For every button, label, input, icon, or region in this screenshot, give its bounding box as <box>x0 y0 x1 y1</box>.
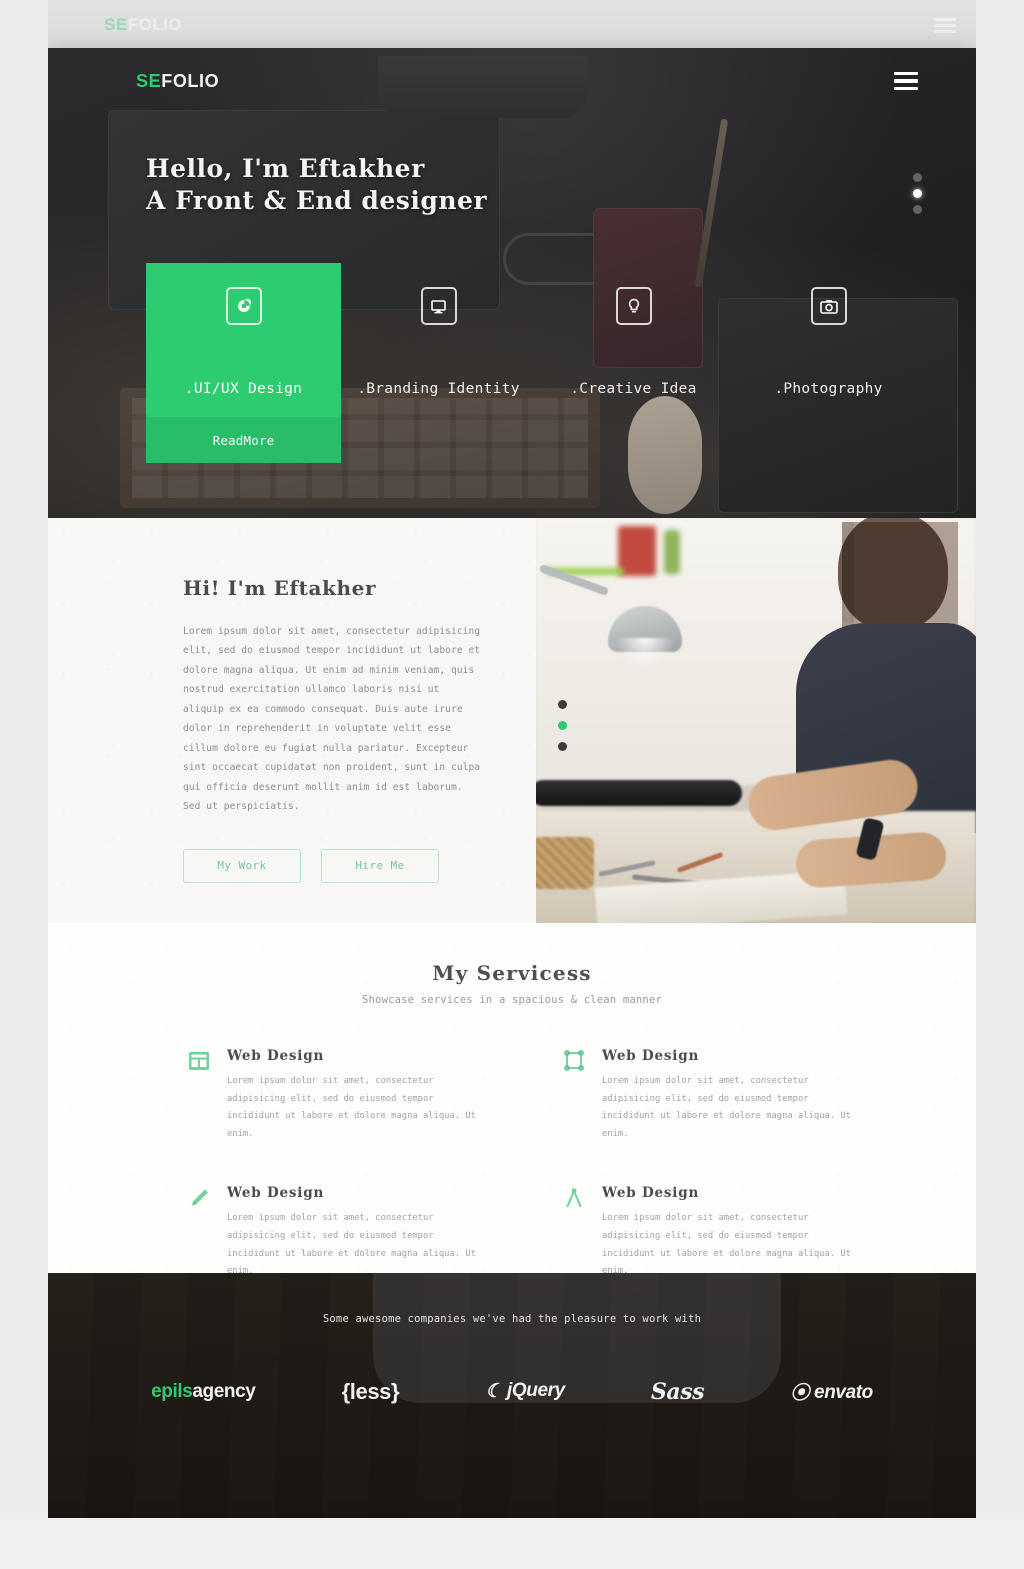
service-item[interactable]: Web Design Lorem ipsum dolor sit amet, c… <box>563 1048 886 1143</box>
jquery-logo[interactable]: ☾ jQuery <box>485 1380 565 1403</box>
ui-ux-icon <box>225 287 262 325</box>
clients-section: Some awesome companies we've had the ple… <box>48 1273 976 1518</box>
about-photo <box>536 518 976 923</box>
ghost-preview-bar: SEFOLIO <box>0 0 1024 50</box>
screenshot-stage: SEFOLIO SEFOLIO Hello, I'm Eftakher A Fr <box>0 0 1024 1569</box>
ghost-logo-suffix: FOLIO <box>127 15 183 34</box>
ghost-logo-prefix: SE <box>104 15 128 34</box>
about-slider-dot-1[interactable] <box>558 700 567 709</box>
hire-me-button[interactable]: Hire Me <box>321 848 439 883</box>
hero-slider-dot-3[interactable] <box>913 205 922 214</box>
service-text: Lorem ipsum dolor sit amet, consectetur … <box>227 1076 476 1139</box>
logo-prefix: SE <box>136 70 162 91</box>
hero-section: SEFOLIO Hello, I'm Eftakher A Front & En… <box>48 48 976 518</box>
epils-accent: epils <box>151 1380 193 1402</box>
hero-headline: Hello, I'm Eftakher A Front & End design… <box>146 153 487 217</box>
monitor-icon <box>420 287 457 325</box>
service-heading: Web Design <box>227 1048 325 1064</box>
service-heading: Web Design <box>602 1185 700 1202</box>
hero-slider-dots[interactable] <box>913 166 922 221</box>
about-buttons: My Work Hire Me <box>183 848 484 883</box>
page-margin-bottom <box>0 1518 1024 1569</box>
hero-slider-dot-2[interactable] <box>913 189 922 198</box>
site-header: SEFOLIO <box>48 48 976 114</box>
compass-icon <box>563 1187 585 1209</box>
my-work-button[interactable]: My Work <box>183 848 301 883</box>
about-slider-dot-3[interactable] <box>558 742 567 751</box>
envato-leaf-icon: ⦿ <box>790 1383 810 1404</box>
hero-card-title: .Branding Identity <box>357 381 520 397</box>
client-logo-row: epilsagency {less} ☾ jQuery Sass ⦿ envato <box>48 1378 976 1405</box>
epils-rest: agency <box>192 1380 256 1402</box>
about-slider-dots[interactable] <box>558 688 567 763</box>
hamburger-menu-icon[interactable] <box>894 68 918 95</box>
less-logo[interactable]: {less} <box>342 1379 400 1405</box>
about-text-column: Hi! I'm Eftakher Lorem ipsum dolor sit a… <box>48 518 536 923</box>
about-section: Hi! I'm Eftakher Lorem ipsum dolor sit a… <box>48 518 976 923</box>
service-text: Lorem ipsum dolor sit amet, consectetur … <box>602 1076 851 1139</box>
envato-text: envato <box>814 1382 873 1403</box>
about-title: Hi! I'm Eftakher <box>183 576 377 600</box>
service-heading: Web Design <box>227 1185 325 1202</box>
hero-headline-line1: Hello, I'm Eftakher <box>146 154 425 183</box>
site-logo[interactable]: SEFOLIO <box>136 71 219 92</box>
about-slider-dot-2[interactable] <box>558 721 567 730</box>
hero-service-cards: .UI/UX Design ReadMore .Branding Identit… <box>146 263 926 463</box>
logo-suffix: FOLIO <box>161 70 220 91</box>
hero-card-title: .Photography <box>774 381 883 397</box>
hero-card-title: .UI/UX Design <box>184 381 303 397</box>
hero-card-photography[interactable]: .Photography <box>731 263 926 463</box>
service-heading: Web Design <box>602 1048 700 1064</box>
services-section: My Servicess Showcase services in a spac… <box>48 923 976 1276</box>
sass-logo[interactable]: Sass <box>651 1379 705 1405</box>
camera-icon <box>810 287 847 325</box>
jquery-swoosh-icon: ☾ <box>485 1381 502 1402</box>
lightbulb-icon <box>615 287 652 325</box>
hero-card-creative-idea[interactable]: .Creative Idea <box>536 263 731 463</box>
service-item[interactable]: Web Design Lorem ipsum dolor sit amet, c… <box>563 1185 886 1280</box>
transform-square-icon <box>563 1050 585 1072</box>
hero-card-readmore-button[interactable]: ReadMore <box>146 417 341 463</box>
page-margin-right <box>976 0 1024 1569</box>
hero-card-branding[interactable]: .Branding Identity <box>341 263 536 463</box>
service-text: Lorem ipsum dolor sit amet, consectetur … <box>227 1213 476 1277</box>
workshop-photo-decor <box>536 518 976 923</box>
services-grid: Web Design Lorem ipsum dolor sit amet, c… <box>48 1006 976 1281</box>
services-title: My Servicess <box>432 961 592 985</box>
ghost-logo: SEFOLIO <box>104 15 182 35</box>
service-item[interactable]: Web Design Lorem ipsum dolor sit amet, c… <box>188 1185 511 1280</box>
clients-note: Some awesome companies we've had the ple… <box>322 1313 702 1325</box>
hero-headline-line2: A Front & End designer <box>146 186 488 215</box>
layout-grid-icon <box>188 1050 210 1072</box>
page-margin-left <box>0 0 48 1569</box>
website-preview: SEFOLIO Hello, I'm Eftakher A Front & En… <box>48 48 976 1518</box>
jquery-text: jQuery <box>506 1380 565 1401</box>
hero-slider-dot-1[interactable] <box>913 173 922 182</box>
epils-agency-logo[interactable]: epilsagency <box>151 1380 256 1403</box>
service-item[interactable]: Web Design Lorem ipsum dolor sit amet, c… <box>188 1048 511 1143</box>
about-body-text: Lorem ipsum dolor sit amet, consectetur … <box>183 626 481 813</box>
hero-card-ui-ux[interactable]: .UI/UX Design ReadMore <box>146 263 341 463</box>
envato-logo[interactable]: ⦿ envato <box>790 1378 873 1405</box>
services-subtitle: Showcase services in a spacious & clean … <box>362 994 662 1006</box>
pen-brush-icon <box>188 1187 210 1209</box>
hero-card-title: .Creative Idea <box>570 381 697 397</box>
ghost-hamburger-menu-icon[interactable] <box>934 15 956 36</box>
service-text: Lorem ipsum dolor sit amet, consectetur … <box>602 1213 851 1277</box>
